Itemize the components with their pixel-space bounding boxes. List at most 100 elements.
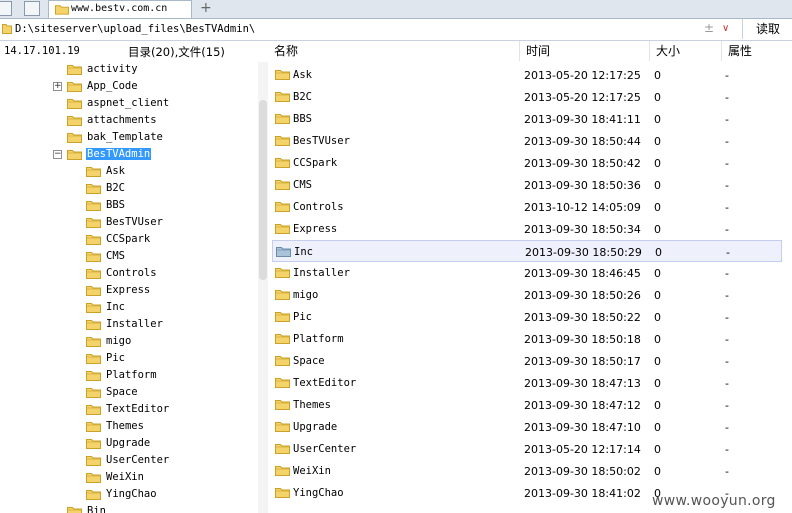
- column-size[interactable]: 大小: [650, 41, 722, 61]
- tree-item[interactable]: CMS: [0, 249, 258, 266]
- tree-item-label: UserCenter: [106, 454, 170, 466]
- path-plus-icon[interactable]: ±: [704, 21, 714, 35]
- file-row[interactable]: BesTVUser 2013-09-30 18:50:44 0 -: [272, 130, 782, 152]
- file-row[interactable]: Space 2013-09-30 18:50:17 0 -: [272, 350, 782, 372]
- tree-item-label: Space: [106, 386, 138, 398]
- tree-item[interactable]: activity: [0, 62, 258, 79]
- tree-item[interactable]: Upgrade: [0, 436, 258, 453]
- tree-item[interactable]: BBS: [0, 198, 258, 215]
- file-row[interactable]: Upgrade 2013-09-30 18:47:10 0 -: [272, 416, 782, 438]
- tree-item[interactable]: CCSpark: [0, 232, 258, 249]
- tree-item[interactable]: Space: [0, 385, 258, 402]
- back-button[interactable]: [0, 1, 12, 16]
- tree-scrollbar-thumb[interactable]: [259, 100, 267, 280]
- file-name: Space: [293, 355, 325, 367]
- file-name: Installer: [293, 267, 350, 279]
- file-name: Themes: [293, 399, 331, 411]
- chevron-down-icon[interactable]: ∨: [722, 23, 729, 34]
- file-time: 2013-09-30 18:50:44: [524, 135, 641, 148]
- folder-icon: [275, 465, 290, 476]
- tree-scrollbar[interactable]: [258, 62, 268, 513]
- file-time: 2013-09-30 18:41:02: [524, 487, 641, 500]
- folder-icon: [86, 183, 101, 194]
- file-size: 0: [654, 179, 661, 192]
- tree-item-label: BesTVUser: [106, 216, 163, 228]
- file-row[interactable]: Pic 2013-09-30 18:50:22 0 -: [272, 306, 782, 328]
- tree-item[interactable]: bak_Template: [0, 130, 258, 147]
- file-size: 0: [654, 113, 661, 126]
- file-attr: -: [725, 355, 729, 368]
- file-row[interactable]: Themes 2013-09-30 18:47:12 0 -: [272, 394, 782, 416]
- path-input[interactable]: [13, 20, 741, 38]
- file-row[interactable]: CMS 2013-09-30 18:50:36 0 -: [272, 174, 782, 196]
- file-row[interactable]: Ask 2013-05-20 12:17:25 0 -: [272, 64, 782, 86]
- file-row[interactable]: Platform 2013-09-30 18:50:18 0 -: [272, 328, 782, 350]
- file-size: 0: [654, 465, 661, 478]
- tree-item[interactable]: Installer: [0, 317, 258, 334]
- file-attr: -: [725, 91, 729, 104]
- file-row[interactable]: CCSpark 2013-09-30 18:50:42 0 -: [272, 152, 782, 174]
- tree-item[interactable]: + App_Code: [0, 79, 258, 96]
- tab-site[interactable]: www.bestv.com.cn: [48, 0, 192, 18]
- folder-icon: [86, 319, 101, 330]
- folder-icon: [275, 69, 290, 80]
- tree-item[interactable]: − BesTVAdmin: [0, 147, 258, 164]
- file-row[interactable]: WeiXin 2013-09-30 18:50:02 0 -: [272, 460, 782, 482]
- column-name[interactable]: 名称: [268, 41, 520, 61]
- page-icon[interactable]: [24, 1, 40, 16]
- tree-item[interactable]: BesTVUser: [0, 215, 258, 232]
- directory-tree[interactable]: activity + App_Code aspnet_client attachment…: [0, 62, 258, 513]
- new-tab-button[interactable]: +: [200, 0, 212, 16]
- folder-icon: [275, 311, 290, 322]
- file-row[interactable]: Express 2013-09-30 18:50:34 0 -: [272, 218, 782, 240]
- file-size: 0: [654, 69, 661, 82]
- tree-item[interactable]: Bin: [0, 504, 258, 513]
- folder-icon: [275, 377, 290, 388]
- read-button[interactable]: 读取: [742, 19, 792, 39]
- file-name: CMS: [293, 179, 312, 191]
- tree-item[interactable]: WeiXin: [0, 470, 258, 487]
- file-row[interactable]: migo 2013-09-30 18:50:26 0 -: [272, 284, 782, 306]
- tree-item[interactable]: UserCenter: [0, 453, 258, 470]
- tree-item[interactable]: Ask: [0, 164, 258, 181]
- tree-item[interactable]: Themes: [0, 419, 258, 436]
- folder-icon: [275, 355, 290, 366]
- tree-item[interactable]: Express: [0, 283, 258, 300]
- tree-item-label: BesTVAdmin: [86, 148, 152, 160]
- tree-item[interactable]: migo: [0, 334, 258, 351]
- file-name: Upgrade: [293, 421, 338, 433]
- file-row[interactable]: BBS 2013-09-30 18:41:11 0 -: [272, 108, 782, 130]
- file-name: UserCenter: [293, 443, 357, 455]
- tree-item[interactable]: TextEditor: [0, 402, 258, 419]
- folder-highlighted-icon: [276, 246, 291, 257]
- tree-item[interactable]: Platform: [0, 368, 258, 385]
- file-row[interactable]: Controls 2013-10-12 14:05:09 0 -: [272, 196, 782, 218]
- file-row[interactable]: TextEditor 2013-09-30 18:47:13 0 -: [272, 372, 782, 394]
- file-size: 0: [654, 289, 661, 302]
- tree-item[interactable]: aspnet_client: [0, 96, 258, 113]
- folder-icon: [67, 81, 82, 92]
- tree-item[interactable]: YingChao: [0, 487, 258, 504]
- folder-icon: [86, 166, 101, 177]
- tree-item[interactable]: attachments: [0, 113, 258, 130]
- file-size: 0: [654, 91, 661, 104]
- tree-item[interactable]: Pic: [0, 351, 258, 368]
- file-row[interactable]: Installer 2013-09-30 18:46:45 0 -: [272, 262, 782, 284]
- file-time: 2013-09-30 18:50:34: [524, 223, 641, 236]
- column-time[interactable]: 时间: [520, 41, 650, 61]
- folder-icon: [86, 438, 101, 449]
- tree-item[interactable]: Controls: [0, 266, 258, 283]
- column-attr[interactable]: 属性: [722, 41, 792, 61]
- tree-item[interactable]: Inc: [0, 300, 258, 317]
- file-row[interactable]: Inc 2013-09-30 18:50:29 0 -: [272, 240, 782, 262]
- tree-item[interactable]: B2C: [0, 181, 258, 198]
- expand-icon[interactable]: +: [53, 82, 62, 91]
- folder-icon: [275, 487, 290, 498]
- folder-icon: [67, 64, 82, 75]
- file-row[interactable]: UserCenter 2013-05-20 12:17:14 0 -: [272, 438, 782, 460]
- file-time: 2013-09-30 18:47:13: [524, 377, 641, 390]
- collapse-icon[interactable]: −: [53, 150, 62, 159]
- file-row[interactable]: B2C 2013-05-20 12:17:25 0 -: [272, 86, 782, 108]
- file-attr: -: [725, 443, 729, 456]
- path-bar: ± ∨ 读取: [0, 19, 792, 41]
